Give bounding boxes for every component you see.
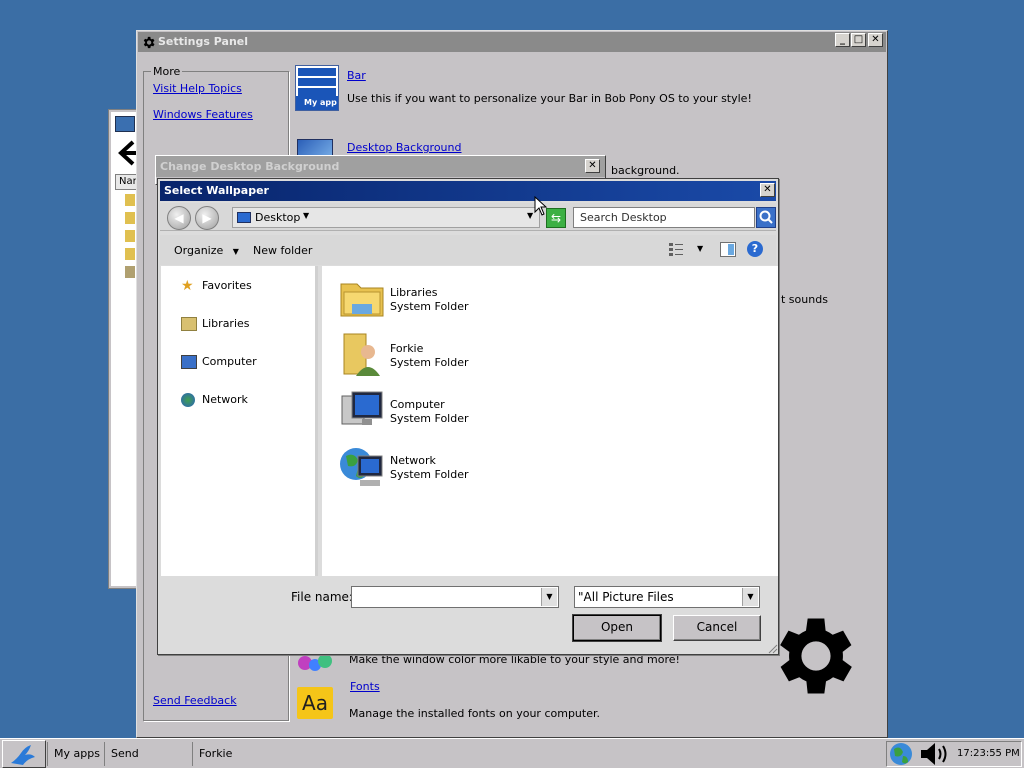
gear-icon: [141, 35, 156, 50]
settings-title-bar[interactable]: Settings Panel: [138, 32, 886, 52]
desktop-icon: [237, 212, 251, 223]
item-name: Forkie: [390, 342, 424, 355]
list-item[interactable]: Forkie System Folder: [338, 330, 498, 386]
organize-label: Organize: [174, 244, 224, 257]
desktop-background-link[interactable]: Desktop Background: [347, 141, 462, 154]
bar-link[interactable]: Bar: [347, 69, 366, 82]
more-label: More: [151, 65, 183, 78]
mouse-cursor-icon: [534, 195, 548, 216]
computer-icon: [338, 386, 386, 434]
file-list: Libraries System Folder Forkie System Fold…: [322, 266, 778, 576]
change-background-title-bar[interactable]: Change Desktop Background: [156, 156, 605, 177]
open-button[interactable]: Open: [572, 614, 662, 642]
item-type: System Folder: [390, 468, 469, 481]
maximize-button[interactable]: □: [851, 33, 866, 47]
fonts-link[interactable]: Fonts: [350, 680, 380, 693]
back-button[interactable]: ◀: [167, 206, 191, 230]
folder-icon: [125, 194, 135, 206]
location-box[interactable]: Desktop ▼ ▼: [232, 207, 540, 228]
chevron-down-icon: ▼: [303, 211, 310, 220]
folder-icon: [125, 230, 135, 242]
chevron-down-icon[interactable]: ▼: [742, 588, 758, 606]
taskbar-forkie[interactable]: Forkie: [192, 742, 252, 766]
search-icon[interactable]: [756, 207, 776, 228]
network-globe-icon[interactable]: [888, 741, 916, 767]
file-type-value: "All Picture Files: [578, 590, 674, 604]
minimize-button[interactable]: _: [835, 33, 850, 47]
volume-icon[interactable]: [918, 740, 952, 768]
change-background-title: Change Desktop Background: [160, 160, 340, 173]
libraries-icon: [181, 317, 197, 331]
user-folder-icon: [338, 330, 386, 378]
chevron-down-icon[interactable]: ▼: [697, 244, 703, 253]
visit-help-topics-link[interactable]: Visit Help Topics: [153, 82, 242, 95]
chevron-down-icon[interactable]: ▼: [541, 588, 557, 606]
network-icon: [181, 393, 195, 407]
sounds-desc: t sounds: [781, 293, 828, 306]
taskbar-send-feedback[interactable]: Send Feedback: [104, 742, 192, 766]
close-button[interactable]: ✕: [868, 33, 883, 47]
settings-title: Settings Panel: [158, 35, 249, 48]
item-name: Network: [390, 454, 436, 467]
dialog-title: Select Wallpaper: [164, 184, 269, 197]
close-button[interactable]: ✕: [585, 159, 600, 173]
fonts-description: Manage the installed fonts on your compu…: [349, 707, 600, 720]
fonts-icon: Aa: [297, 687, 333, 719]
new-folder-button[interactable]: New folder: [253, 244, 312, 257]
bar-thumb-label: My app: [296, 96, 338, 110]
forward-button[interactable]: ▶: [195, 206, 219, 230]
file-name-label: File name:: [291, 590, 353, 604]
list-item[interactable]: Network System Folder: [338, 442, 498, 498]
network-icon: [338, 442, 386, 490]
window-icon: [115, 116, 135, 132]
bar-thumbnail: My app: [295, 65, 339, 111]
folder-icon: [125, 248, 135, 260]
item-name: Libraries: [390, 286, 438, 299]
chevron-down-icon: ▼: [232, 247, 239, 256]
item-type: System Folder: [390, 300, 469, 313]
bar-description: Use this if you want to personalize your…: [347, 92, 752, 105]
file-name-input[interactable]: ▼: [351, 586, 559, 608]
cancel-button[interactable]: Cancel: [673, 615, 761, 641]
navigation-pane: ★ Favorites Libraries Computer Network: [161, 266, 318, 576]
settings-gear-icon[interactable]: [766, 606, 866, 706]
select-wallpaper-dialog: Select Wallpaper ✕ ◀ ▶ Desktop ▼ ▼ ⇆ Sea…: [157, 178, 779, 655]
star-icon: ★: [181, 278, 194, 294]
computer-icon: [181, 355, 197, 369]
taskbar-my-apps[interactable]: My apps: [47, 742, 103, 766]
item-type: System Folder: [390, 412, 469, 425]
refresh-button[interactable]: ⇆: [546, 208, 566, 228]
item-name: Computer: [390, 398, 445, 411]
desktop-background-desc: background.: [611, 164, 680, 177]
preview-pane-icon[interactable]: [720, 242, 736, 257]
dialog-title-bar[interactable]: Select Wallpaper: [160, 181, 776, 201]
organize-menu[interactable]: Organize ▼: [174, 244, 239, 257]
list-item[interactable]: Computer System Folder: [338, 386, 498, 442]
file-type-select[interactable]: "All Picture Files ▼: [574, 586, 760, 608]
item-type: System Folder: [390, 356, 469, 369]
folder-icon: [125, 266, 135, 278]
close-button[interactable]: ✕: [760, 183, 775, 197]
view-options-icon[interactable]: [668, 242, 684, 256]
help-icon[interactable]: ?: [747, 241, 763, 257]
chevron-down-icon[interactable]: ▼: [527, 211, 533, 220]
location-text: Desktop: [255, 211, 301, 224]
search-input[interactable]: Search Desktop: [573, 207, 755, 228]
list-item[interactable]: Libraries System Folder: [338, 274, 498, 330]
libraries-folder-icon: [338, 274, 386, 322]
taskbar: My apps Send Feedback Forkie 17:23:55 PM: [0, 738, 1024, 768]
folder-icon: [125, 212, 135, 224]
start-button[interactable]: [2, 740, 46, 768]
windows-features-link[interactable]: Windows Features: [153, 108, 253, 121]
send-feedback-link[interactable]: Send Feedback: [153, 694, 237, 707]
clock[interactable]: 17:23:55 PM: [957, 748, 1020, 759]
